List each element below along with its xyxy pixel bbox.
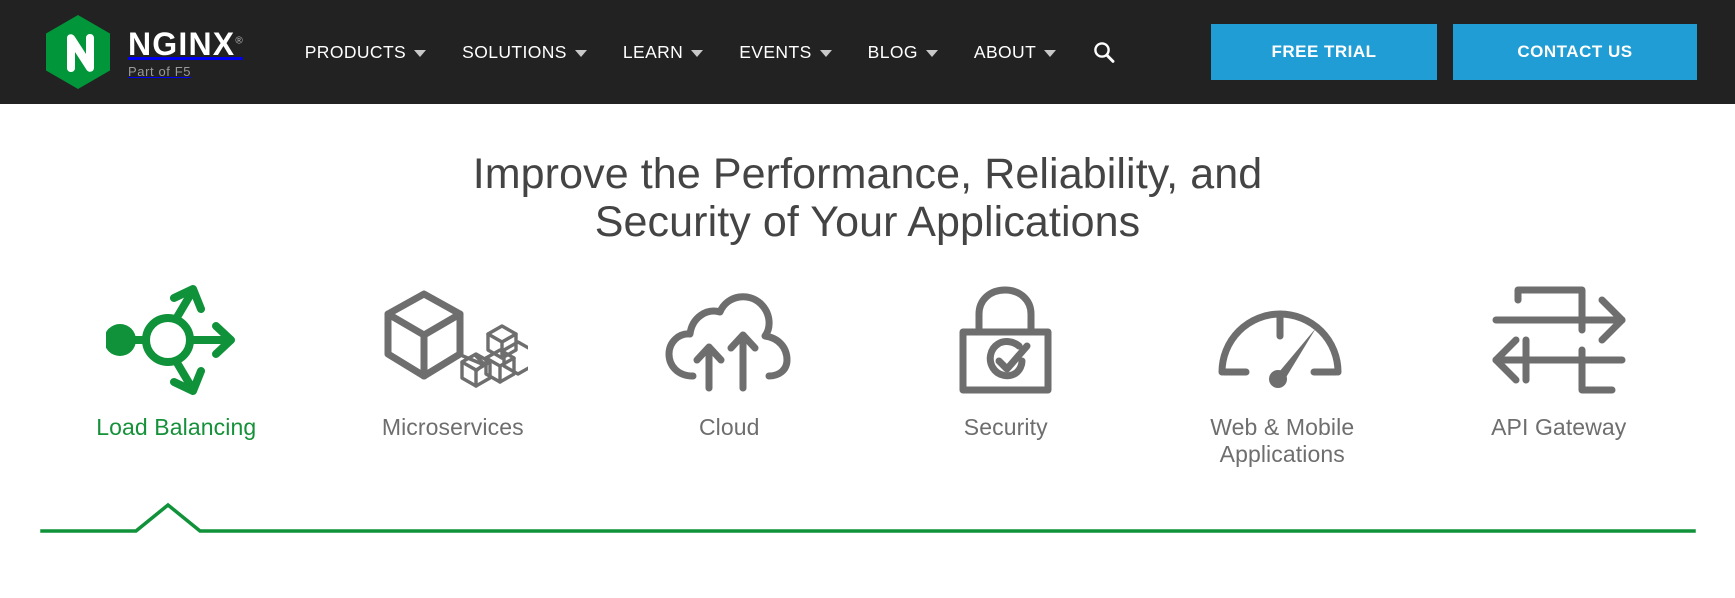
chevron-down-icon (691, 50, 704, 57)
search-icon[interactable] (1086, 34, 1122, 70)
microservices-cube-icon (378, 284, 528, 396)
tab-microservices[interactable]: Microservices (315, 284, 592, 441)
chevron-down-icon (414, 50, 427, 57)
tab-label-line-1: Web & Mobile (1210, 414, 1355, 441)
page-title-line-2: Security of Your Applications (594, 198, 1141, 247)
tab-label: API Gateway (1491, 414, 1627, 441)
nav-label: SOLUTIONS (462, 41, 567, 62)
main-navigation: PRODUCTS SOLUTIONS LEARN EVENTS BLOG ABO… (287, 32, 1122, 73)
brand-wordmark: NGINX® Part of F5 (128, 26, 243, 78)
chevron-down-icon (819, 50, 832, 57)
site-header: NGINX® Part of F5 PRODUCTS SOLUTIONS LEA… (0, 0, 1735, 104)
chevron-down-icon (574, 50, 587, 57)
nav-label: ABOUT (973, 41, 1037, 62)
nav-label: EVENTS (739, 41, 812, 62)
feature-tabs: Load Balancing Microservices Cloud Secur… (0, 284, 1735, 468)
tab-label: Microservices (381, 414, 524, 441)
tab-load-balancing[interactable]: Load Balancing (38, 284, 315, 441)
tab-label: Security (963, 414, 1048, 441)
chevron-down-icon (1044, 50, 1057, 57)
nav-item-learn[interactable]: LEARN (605, 32, 721, 73)
cloud-upload-icon (659, 284, 799, 396)
nav-item-products[interactable]: PRODUCTS (287, 32, 444, 73)
active-tab-indicator (0, 495, 1735, 539)
tab-label: Web & Mobile Applications (1210, 414, 1354, 468)
nav-label: PRODUCTS (304, 41, 407, 62)
brand-name: NGINX® (128, 26, 243, 62)
nav-item-blog[interactable]: BLOG (850, 32, 956, 73)
tab-security[interactable]: Security (868, 284, 1145, 441)
tab-label-line-2: Applications (1219, 441, 1345, 468)
nav-label: LEARN (622, 41, 684, 62)
nav-item-solutions[interactable]: SOLUTIONS (444, 32, 605, 73)
nav-label: BLOG (867, 41, 918, 62)
nginx-hexagon-logo (44, 14, 112, 90)
tab-web-mobile-applications[interactable]: Web & Mobile Applications (1144, 284, 1421, 468)
free-trial-button[interactable]: FREE TRIAL (1211, 24, 1437, 80)
page-title: Improve the Performance, Reliability, an… (318, 150, 1418, 246)
page-title-line-1: Improve the Performance, Reliability, an… (472, 150, 1263, 198)
registered-trademark-mark: ® (235, 35, 243, 47)
header-actions: FREE TRIAL CONTACT US (1211, 0, 1697, 104)
nav-item-about[interactable]: ABOUT (956, 32, 1074, 73)
chevron-down-icon (925, 50, 938, 57)
api-gateway-arrows-icon (1484, 284, 1634, 396)
logo-link[interactable]: NGINX® Part of F5 (44, 14, 243, 90)
contact-us-button[interactable]: CONTACT US (1453, 24, 1697, 80)
brand-tagline: Part of F5 (128, 64, 192, 79)
hero-section: Improve the Performance, Reliability, an… (0, 104, 1735, 539)
tab-label: Load Balancing (96, 414, 257, 441)
nav-item-events[interactable]: EVENTS (721, 32, 849, 73)
tab-label: Cloud (698, 414, 760, 441)
tab-cloud[interactable]: Cloud (591, 284, 868, 441)
load-balancing-icon (106, 284, 246, 396)
speedometer-gauge-icon (1212, 284, 1352, 396)
tab-api-gateway[interactable]: API Gateway (1421, 284, 1698, 441)
lock-check-icon (947, 284, 1065, 396)
